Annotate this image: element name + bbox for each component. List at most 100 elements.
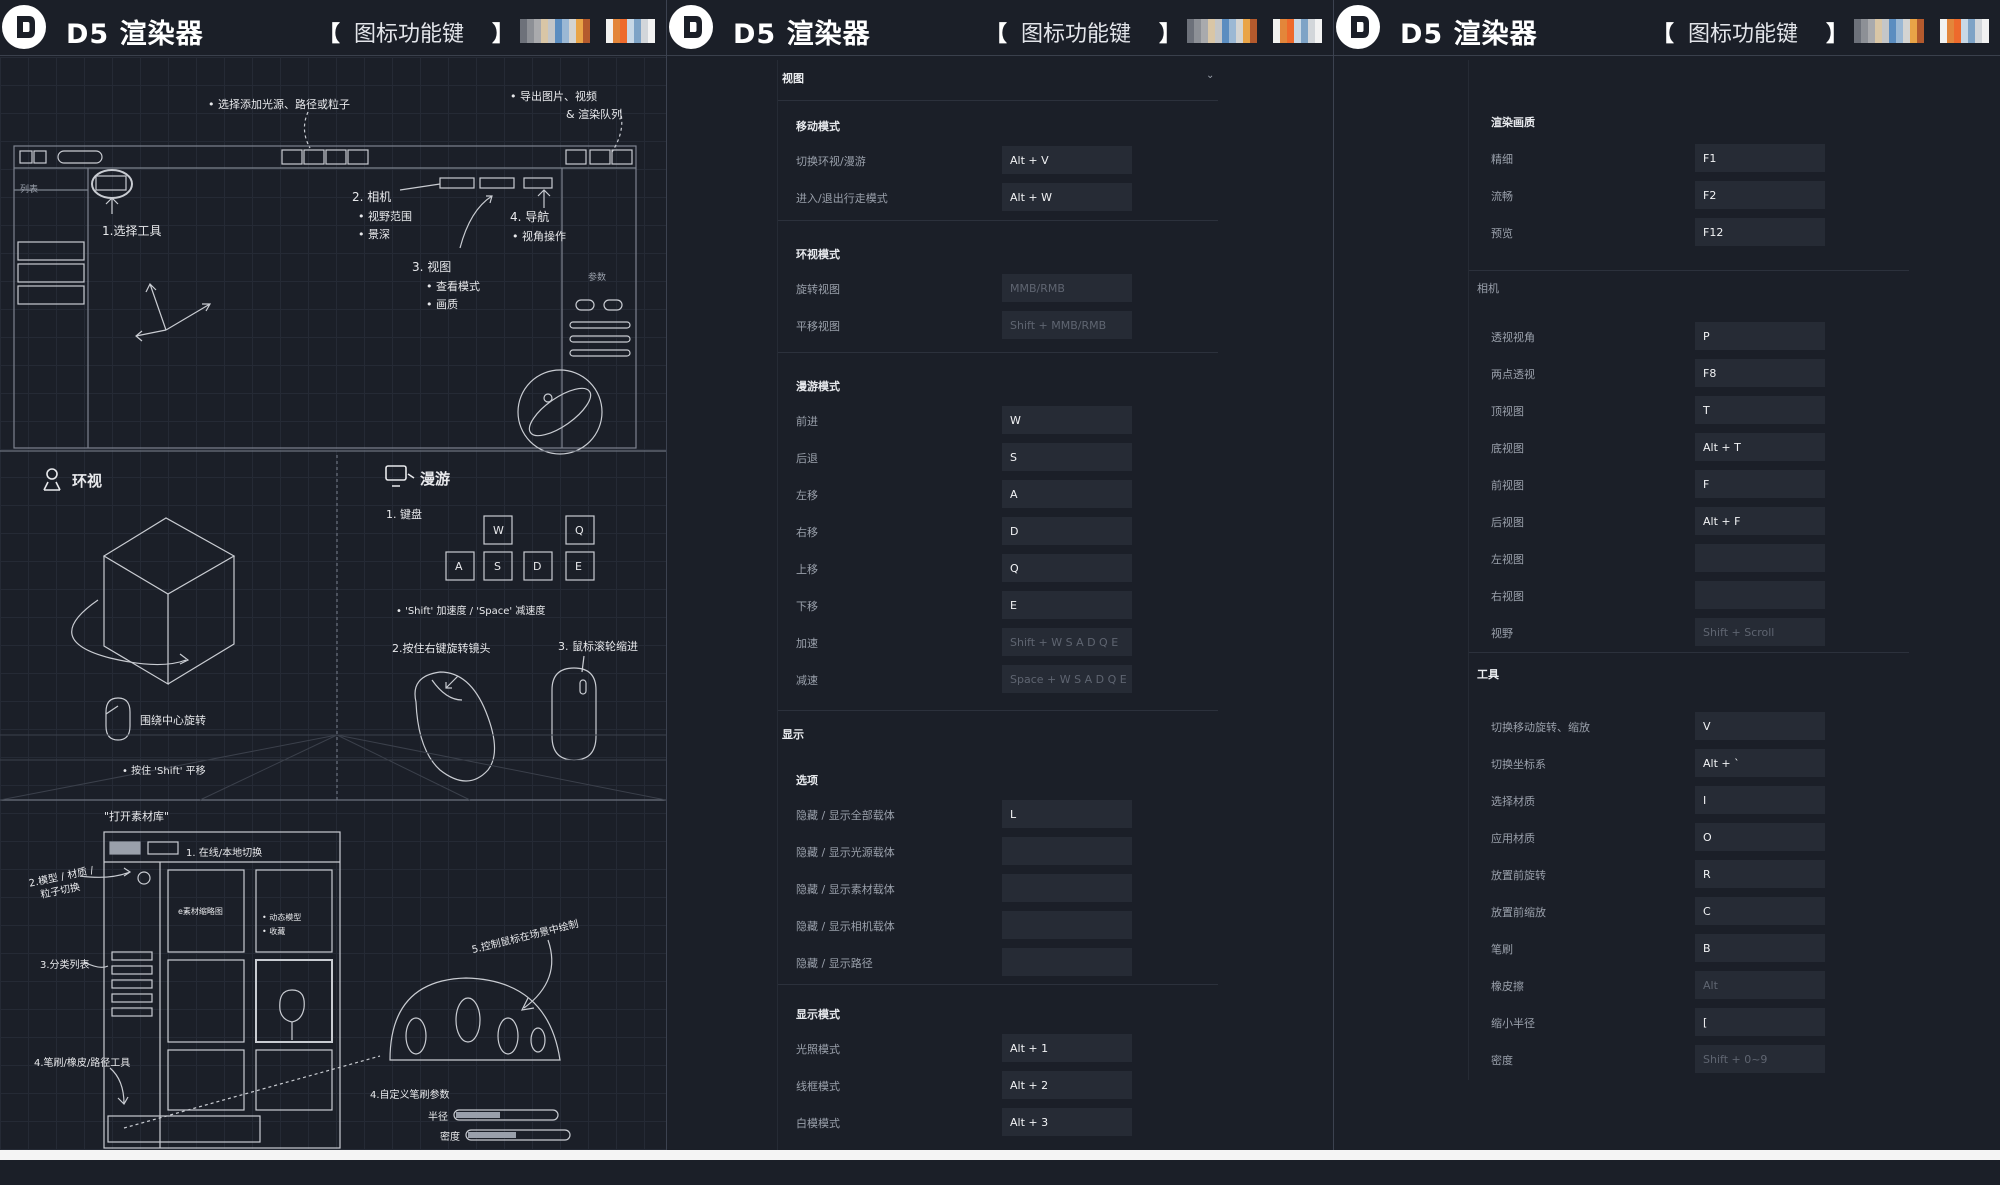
shortcut-key-field[interactable]: P bbox=[1695, 322, 1825, 350]
shortcut-key-field[interactable] bbox=[1002, 837, 1132, 865]
shortcut-key-field[interactable]: Alt + 1 bbox=[1002, 1034, 1132, 1062]
shortcut-label: 精细 bbox=[1491, 153, 1513, 166]
shortcut-key-field[interactable]: F12 bbox=[1695, 218, 1825, 246]
shortcut-key-field[interactable]: Alt + 3 bbox=[1002, 1108, 1132, 1136]
shortcut-key-field[interactable]: Alt + 2 bbox=[1002, 1071, 1132, 1099]
shortcut-label: 加速 bbox=[796, 637, 818, 650]
shortcut-row: 白模模式 Alt + 3 bbox=[778, 1108, 1223, 1136]
shortcut-label: 右视图 bbox=[1491, 590, 1524, 603]
swatch-color bbox=[1947, 19, 1954, 43]
shortcut-key-field[interactable]: Shift + W S A D Q E bbox=[1002, 628, 1132, 656]
shortcut-row: 笔刷 B bbox=[1469, 934, 1914, 962]
shortcut-key-field[interactable]: E bbox=[1002, 591, 1132, 619]
shortcut-row: 右移 D bbox=[778, 517, 1223, 545]
shortcut-key-field[interactable]: W bbox=[1002, 406, 1132, 434]
shortcut-row: 平移视图 Shift + MMB/RMB bbox=[778, 311, 1223, 339]
shortcut-key-field[interactable]: O bbox=[1695, 823, 1825, 851]
shortcut-label: 切换坐标系 bbox=[1491, 758, 1546, 771]
shortcut-key-field[interactable]: [ bbox=[1695, 1008, 1825, 1036]
shortcut-key-field[interactable]: T bbox=[1695, 396, 1825, 424]
shortcut-row: 减速 Space + W S A D Q E bbox=[778, 665, 1223, 693]
shortcut-label: 线框模式 bbox=[796, 1080, 840, 1093]
shortcut-key-field[interactable]: A bbox=[1002, 480, 1132, 508]
shortcut-label: 隐藏 / 显示素材载体 bbox=[796, 883, 895, 896]
note-render-queue: & 渲染队列 bbox=[566, 108, 623, 121]
key-a: A bbox=[455, 560, 463, 573]
shortcut-row: 隐藏 / 显示相机载体 bbox=[778, 911, 1223, 939]
swatch-color bbox=[1273, 19, 1280, 43]
shortcut-key-field[interactable]: F8 bbox=[1695, 359, 1825, 387]
shortcut-label: 进入/退出行走模式 bbox=[796, 192, 888, 205]
note-add-light: • 选择添加光源、路径或粒子 bbox=[208, 98, 350, 111]
shortcut-key-field[interactable]: D bbox=[1002, 517, 1132, 545]
swatch-color bbox=[1243, 19, 1250, 43]
shortcut-key-field[interactable]: Shift + MMB/RMB bbox=[1002, 311, 1132, 339]
shortcut-key-field[interactable]: Alt + F bbox=[1695, 507, 1825, 535]
swatch-color bbox=[1968, 19, 1975, 43]
shortcut-row: 上移 Q bbox=[778, 554, 1223, 582]
swatch-color bbox=[1222, 19, 1229, 43]
bottom-bar bbox=[0, 1150, 2000, 1160]
swatch-color bbox=[1208, 19, 1215, 43]
shortcut-key-field[interactable]: R bbox=[1695, 860, 1825, 888]
shortcut-key-field[interactable]: Q bbox=[1002, 554, 1132, 582]
shortcut-key-field[interactable] bbox=[1002, 874, 1132, 902]
key-w: W bbox=[493, 524, 504, 537]
shortcut-row: 流畅 F2 bbox=[1469, 181, 1914, 209]
roam-keyboard: 1. 键盘 bbox=[386, 508, 422, 521]
shortcut-key-field[interactable]: B bbox=[1695, 934, 1825, 962]
shortcut-key-field[interactable]: Alt + T bbox=[1695, 433, 1825, 461]
orbit-shift-note: • 按住 'Shift' 平移 bbox=[122, 766, 206, 777]
shortcut-key-field[interactable]: V bbox=[1695, 712, 1825, 740]
key-s: S bbox=[494, 560, 501, 573]
swatch-color bbox=[1250, 19, 1257, 43]
swatch-color bbox=[1940, 19, 1947, 43]
shortcut-row: 选择材质 I bbox=[1469, 786, 1914, 814]
swatch-color bbox=[1975, 19, 1982, 43]
chevron-down-icon[interactable]: ⌄ bbox=[1206, 70, 1214, 81]
shortcut-key-field[interactable]: S bbox=[1002, 443, 1132, 471]
shortcut-label: 顶视图 bbox=[1491, 405, 1524, 418]
shortcut-key-field[interactable]: C bbox=[1695, 897, 1825, 925]
mat-online-local: 1. 在线/本地切换 bbox=[186, 848, 263, 859]
shortcut-key-field[interactable]: L bbox=[1002, 800, 1132, 828]
shortcut-label: 密度 bbox=[1491, 1054, 1513, 1067]
note-params: 参数 bbox=[588, 273, 607, 283]
shortcut-key-field[interactable] bbox=[1002, 948, 1132, 976]
shortcut-row: 线框模式 Alt + 2 bbox=[778, 1071, 1223, 1099]
shortcut-key-field[interactable]: Shift + 0~9 bbox=[1695, 1045, 1825, 1073]
shortcut-label: 平移视图 bbox=[796, 320, 840, 333]
swatch-color bbox=[1201, 19, 1208, 43]
note-view-mode: • 查看模式 bbox=[426, 280, 480, 293]
shortcut-key-field[interactable]: Alt + W bbox=[1002, 183, 1132, 211]
shortcut-key-field[interactable]: F bbox=[1695, 470, 1825, 498]
shortcut-key-field[interactable] bbox=[1002, 911, 1132, 939]
shortcut-row: 隐藏 / 显示路径 bbox=[778, 948, 1223, 976]
shortcut-label: 放置前缩放 bbox=[1491, 906, 1546, 919]
shortcut-key-field[interactable]: Shift + Scroll bbox=[1695, 618, 1825, 646]
shortcut-label: 应用材质 bbox=[1491, 832, 1535, 845]
shortcut-label: 上移 bbox=[796, 563, 818, 576]
shortcut-key-field[interactable]: Alt bbox=[1695, 971, 1825, 999]
shortcut-row: 前进 W bbox=[778, 406, 1223, 434]
sketch-lines bbox=[0, 109, 666, 1149]
mat-brush-params: 4.自定义笔刷参数 bbox=[370, 1090, 450, 1101]
shortcut-key-field[interactable]: F1 bbox=[1695, 144, 1825, 172]
divider bbox=[1469, 270, 1909, 271]
swatch-color bbox=[1294, 19, 1301, 43]
shortcut-key-field[interactable] bbox=[1695, 544, 1825, 572]
shortcut-key-field[interactable]: MMB/RMB bbox=[1002, 274, 1132, 302]
mat-thumb-text: e素材缩略图 bbox=[178, 907, 223, 916]
shortcut-key-field[interactable]: F2 bbox=[1695, 181, 1825, 209]
shortcut-key-field[interactable]: Alt + ` bbox=[1695, 749, 1825, 777]
shortcut-key-field[interactable] bbox=[1695, 581, 1825, 609]
orbit-title: 环视 bbox=[72, 472, 103, 490]
swatch-color bbox=[1896, 19, 1903, 43]
shortcut-key-field[interactable]: Space + W S A D Q E bbox=[1002, 665, 1132, 693]
panel-shortcuts-view-display: D5 渲染器 【 图标功能键 】 视图 ⌄ 移动模式 切换环视/漫游 Alt + … bbox=[667, 0, 1333, 1150]
swatch-color bbox=[1861, 19, 1868, 43]
shortcut-key-field[interactable]: Alt + V bbox=[1002, 146, 1132, 174]
shortcut-key-field[interactable]: I bbox=[1695, 786, 1825, 814]
swatch-color bbox=[1229, 19, 1236, 43]
divider bbox=[1469, 652, 1909, 653]
